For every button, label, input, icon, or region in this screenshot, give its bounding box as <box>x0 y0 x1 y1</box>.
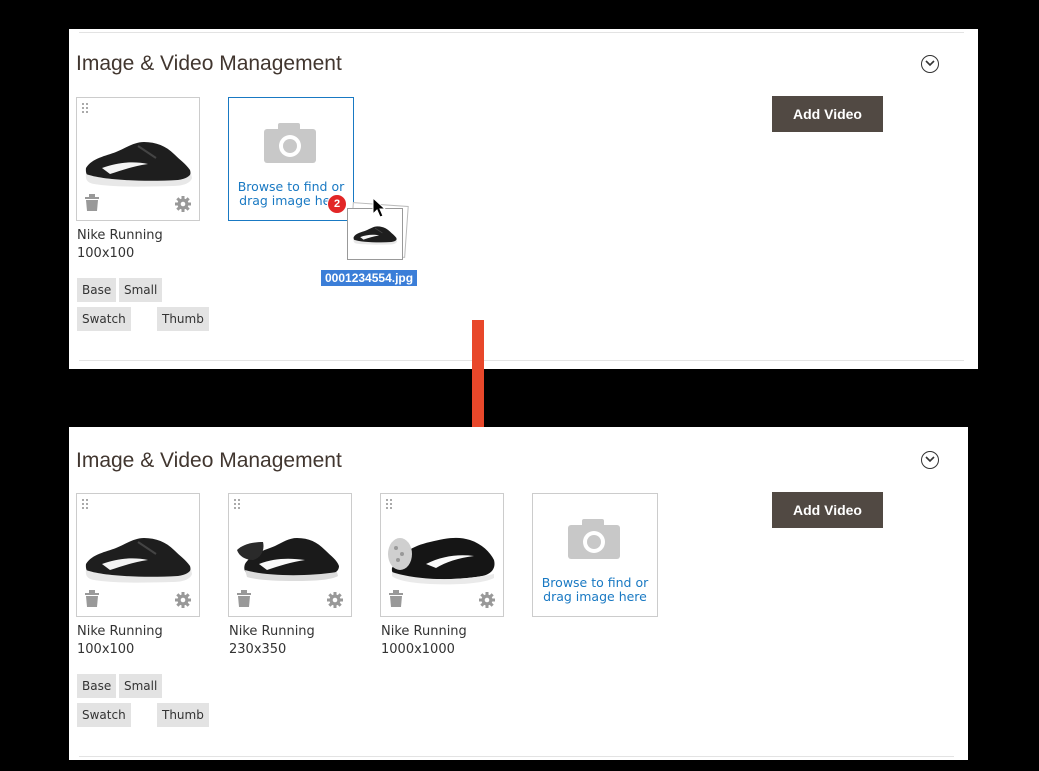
product-thumbnail <box>353 226 398 246</box>
product-image <box>388 537 495 585</box>
gear-icon[interactable] <box>175 592 191 608</box>
role-tag: Swatch <box>77 703 131 727</box>
image-meta: Nike Running 230x350 <box>229 623 315 659</box>
image-card[interactable] <box>228 493 352 617</box>
role-tag: Small <box>119 674 163 698</box>
trash-icon[interactable] <box>84 194 100 212</box>
trash-icon[interactable] <box>236 590 252 608</box>
drag-count-badge: 2 <box>327 194 347 214</box>
role-tag: Swatch <box>77 307 131 331</box>
role-tag: Thumb <box>157 307 209 331</box>
image-meta: Nike Running 100x100 <box>77 227 163 263</box>
cursor-icon <box>372 197 386 218</box>
image-size: 230x350 <box>229 642 287 657</box>
gear-icon[interactable] <box>479 592 495 608</box>
image-card[interactable] <box>76 97 200 221</box>
image-size: 100x100 <box>77 246 135 261</box>
role-tag: Small <box>119 278 163 302</box>
image-meta: Nike Running 1000x1000 <box>381 623 467 659</box>
drag-filename: 0001234554.jpg <box>321 270 418 286</box>
image-upload-dropzone[interactable]: Browse to find or drag image here <box>532 493 658 617</box>
trash-icon[interactable] <box>84 590 100 608</box>
upload-hint: Browse to find or drag image here <box>541 575 649 604</box>
camera-icon <box>568 519 620 559</box>
gear-icon[interactable] <box>327 592 343 608</box>
product-image <box>84 537 193 584</box>
add-video-button[interactable]: Add Video <box>772 96 883 132</box>
product-image <box>237 538 339 581</box>
section-title: Image & Video Management <box>76 449 342 472</box>
trash-icon[interactable] <box>388 590 404 608</box>
image-name: Nike Running <box>381 624 467 639</box>
media-panel-after: Image & Video Management Add Video Nike … <box>69 427 968 760</box>
image-meta: Nike Running 100x100 <box>77 623 163 659</box>
image-card[interactable] <box>76 493 200 617</box>
role-tag: Base <box>77 278 117 302</box>
image-card[interactable] <box>380 493 504 617</box>
image-name: Nike Running <box>77 228 163 243</box>
drag-handle-icon[interactable] <box>82 103 90 115</box>
role-tag: Thumb <box>157 703 209 727</box>
image-size: 100x100 <box>77 642 135 657</box>
drag-handle-icon[interactable] <box>386 499 394 511</box>
media-panel-before: Image & Video Management Add Video Nike … <box>69 29 978 369</box>
divider <box>79 32 964 33</box>
product-image <box>84 141 193 188</box>
image-size: 1000x1000 <box>381 642 455 657</box>
image-name: Nike Running <box>77 624 163 639</box>
divider <box>79 756 954 757</box>
section-title: Image & Video Management <box>76 52 342 75</box>
gear-icon[interactable] <box>175 196 191 212</box>
chevron-circle-icon[interactable] <box>921 451 939 469</box>
camera-icon <box>264 123 316 163</box>
chevron-circle-icon[interactable] <box>921 55 939 73</box>
drag-handle-icon[interactable] <box>82 499 90 511</box>
role-tag: Base <box>77 674 117 698</box>
divider <box>79 360 964 361</box>
drag-handle-icon[interactable] <box>234 499 242 511</box>
add-video-button[interactable]: Add Video <box>772 492 883 528</box>
image-name: Nike Running <box>229 624 315 639</box>
